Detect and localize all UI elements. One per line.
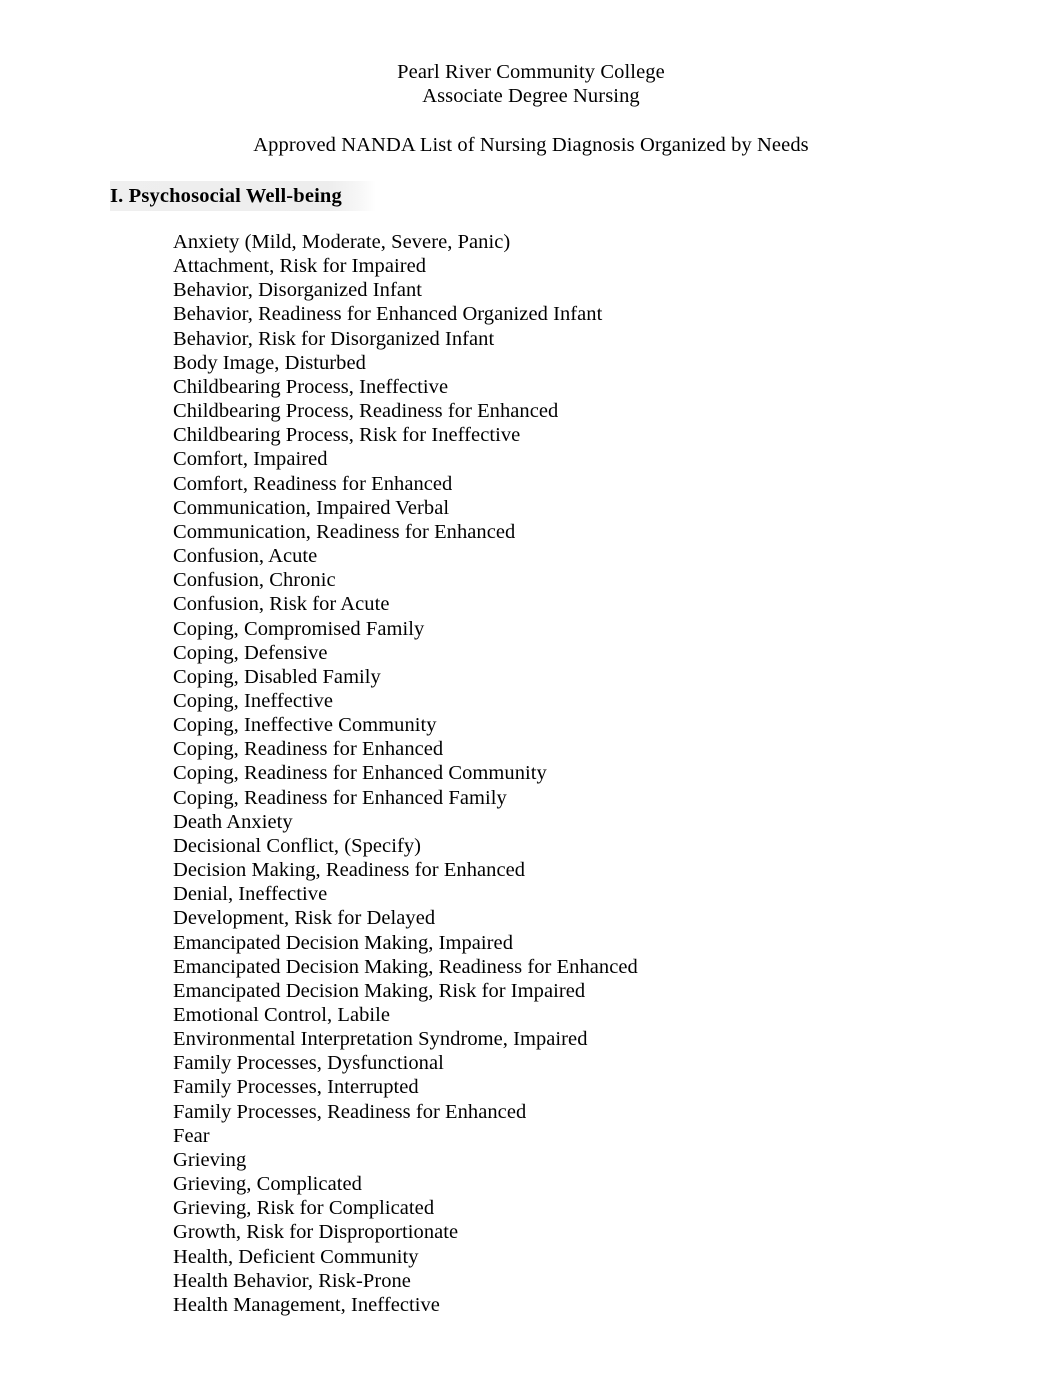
- diagnosis-item: Anxiety (Mild, Moderate, Severe, Panic): [173, 231, 511, 253]
- program-name: Associate Degree Nursing: [422, 85, 640, 107]
- nursing-diagnosis-list: Anxiety (Mild, Moderate, Severe, Panic) A…: [173, 230, 993, 1317]
- diagnosis-item: Behavior, Disorganized Infant: [173, 279, 423, 302]
- diagnosis-item: Communication, Readiness for Enhanced: [173, 520, 516, 543]
- diagnosis-item: Fear: [173, 1124, 210, 1147]
- diagnosis-item: Coping, Readiness for Enhanced: [173, 738, 444, 761]
- diagnosis-item: Coping, Defensive: [173, 641, 328, 664]
- diagnosis-item: Coping, Compromised Family: [173, 617, 425, 640]
- diagnosis-item: Coping, Readiness for Enhanced Community: [173, 762, 547, 785]
- institution-name: Pearl River Community College: [397, 61, 665, 83]
- diagnosis-item: Attachment, Risk for Impaired: [173, 255, 427, 278]
- diagnosis-item: Childbearing Process, Risk for Ineffecti…: [173, 424, 521, 447]
- diagnosis-item: Health Behavior, Risk-Prone: [173, 1269, 411, 1292]
- document-page: Pearl River Community College Associate …: [0, 0, 1062, 1377]
- diagnosis-item: Childbearing Process, Ineffective: [173, 375, 449, 398]
- diagnosis-item: Grieving, Risk for Complicated: [173, 1197, 435, 1220]
- diagnosis-item: Behavior, Readiness for Enhanced Organiz…: [173, 303, 603, 326]
- diagnosis-item: Emancipated Decision Making, Readiness f…: [173, 955, 638, 978]
- diagnosis-item: Family Processes, Interrupted: [173, 1076, 419, 1099]
- diagnosis-item: Denial, Ineffective: [173, 883, 328, 906]
- diagnosis-item: Confusion, Chronic: [173, 569, 336, 592]
- diagnosis-item: Communication, Impaired Verbal: [173, 496, 450, 519]
- diagnosis-item: Growth, Risk for Disproportionate: [173, 1221, 459, 1244]
- diagnosis-item: Behavior, Risk for Disorganized Infant: [173, 327, 495, 350]
- diagnosis-item: Comfort, Readiness for Enhanced: [173, 472, 453, 495]
- diagnosis-item: Coping, Ineffective: [173, 689, 333, 712]
- diagnosis-item: Coping, Readiness for Enhanced Family: [173, 786, 507, 809]
- diagnosis-item: Childbearing Process, Readiness for Enha…: [173, 400, 559, 423]
- section-heading: I. Psychosocial Well-being: [110, 181, 376, 211]
- document-header: Pearl River Community College Associate …: [0, 60, 1062, 108]
- diagnosis-item: Grieving, Complicated: [173, 1173, 362, 1196]
- section-heading-text: I. Psychosocial Well-being: [110, 181, 376, 211]
- diagnosis-item: Decision Making, Readiness for Enhanced: [173, 859, 526, 882]
- diagnosis-item: Body Image, Disturbed: [173, 351, 366, 374]
- diagnosis-item: Confusion, Acute: [173, 545, 318, 568]
- diagnosis-item: Family Processes, Dysfunctional: [173, 1052, 444, 1075]
- diagnosis-item: Coping, Disabled Family: [173, 665, 381, 688]
- diagnosis-item: Environmental Interpretation Syndrome, I…: [173, 1028, 588, 1051]
- diagnosis-item: Family Processes, Readiness for Enhanced: [173, 1100, 527, 1123]
- diagnosis-item: Comfort, Impaired: [173, 448, 328, 471]
- diagnosis-item: Confusion, Risk for Acute: [173, 593, 390, 616]
- diagnosis-item: Health Management, Ineffective: [173, 1293, 440, 1316]
- diagnosis-item: Emotional Control, Labile: [173, 1004, 391, 1026]
- diagnosis-item: Emancipated Decision Making, Risk for Im…: [173, 979, 586, 1002]
- diagnosis-item: Emancipated Decision Making, Impaired: [173, 931, 513, 954]
- diagnosis-item: Death Anxiety: [173, 810, 293, 833]
- diagnosis-item: Decisional Conflict, (Specify): [173, 834, 422, 857]
- diagnosis-item: Health, Deficient Community: [173, 1245, 419, 1268]
- diagnosis-item: Coping, Ineffective Community: [173, 714, 437, 737]
- diagnosis-item: Grieving: [173, 1148, 247, 1171]
- document-title: Approved NANDA List of Nursing Diagnosis…: [253, 134, 809, 156]
- diagnosis-item: Development, Risk for Delayed: [173, 907, 436, 930]
